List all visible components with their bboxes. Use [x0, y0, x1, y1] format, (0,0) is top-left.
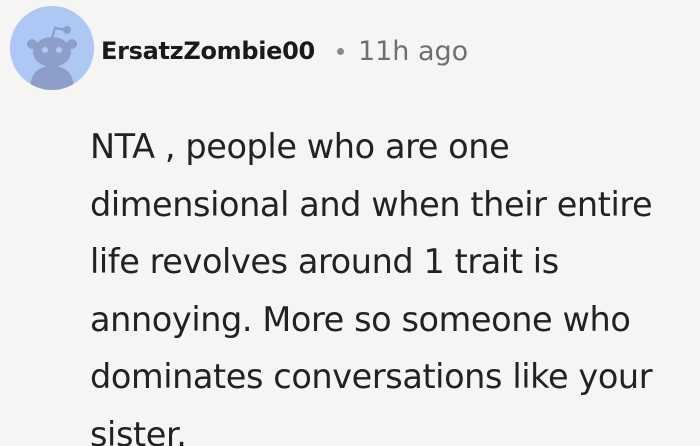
comment-meta: ErsatzZombie00 11h ago	[101, 31, 468, 71]
comment-card: ErsatzZombie00 11h ago NTA , people who …	[0, 0, 700, 446]
timestamp[interactable]: 11h ago	[358, 36, 468, 67]
comment-body: NTA , people who are one dimensional and…	[90, 127, 653, 446]
avatar[interactable]	[10, 6, 94, 90]
username-link[interactable]: ErsatzZombie00	[101, 37, 315, 65]
reddit-snoo-icon	[10, 6, 94, 90]
separator-dot	[336, 47, 344, 55]
